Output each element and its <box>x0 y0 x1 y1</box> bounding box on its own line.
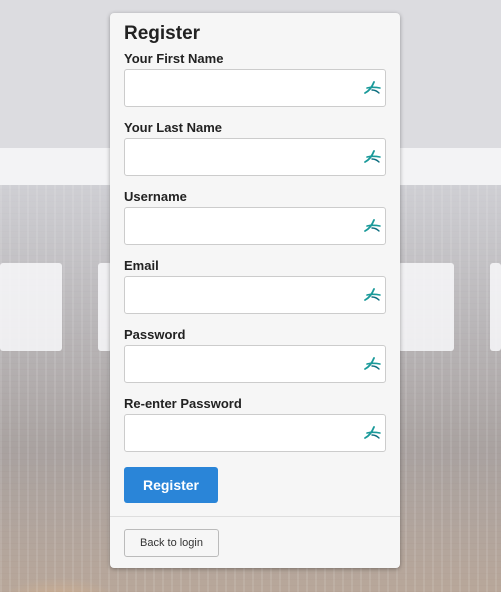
username-input[interactable] <box>125 208 361 242</box>
autofill-icon[interactable] <box>363 357 381 371</box>
first-name-input[interactable] <box>125 70 361 104</box>
email-field: Email <box>124 258 386 314</box>
confirm-password-input-box[interactable] <box>124 414 386 452</box>
password-label: Password <box>124 327 186 342</box>
password-input[interactable] <box>125 346 361 380</box>
email-label: Email <box>124 258 159 273</box>
last-name-input[interactable] <box>125 139 361 173</box>
background-tile <box>0 263 62 351</box>
username-label: Username <box>124 189 187 204</box>
username-field: Username <box>124 189 386 245</box>
last-name-field: Your Last Name <box>124 120 386 176</box>
autofill-icon[interactable] <box>363 288 381 302</box>
autofill-icon[interactable] <box>363 81 381 95</box>
back-to-login-button[interactable]: Back to login <box>124 529 219 557</box>
first-name-label: Your First Name <box>124 51 224 66</box>
last-name-label: Your Last Name <box>124 120 223 135</box>
confirm-password-input[interactable] <box>125 415 361 449</box>
autofill-icon[interactable] <box>363 219 381 233</box>
email-input-box[interactable] <box>124 276 386 314</box>
last-name-input-box[interactable] <box>124 138 386 176</box>
confirm-password-field: Re-enter Password <box>124 396 386 452</box>
register-button[interactable]: Register <box>124 467 218 503</box>
first-name-input-box[interactable] <box>124 69 386 107</box>
background-tile <box>490 263 501 351</box>
autofill-icon[interactable] <box>363 150 381 164</box>
divider <box>110 516 400 517</box>
confirm-password-label: Re-enter Password <box>124 396 242 411</box>
first-name-field: Your First Name <box>124 51 386 107</box>
form-title: Register <box>124 23 201 44</box>
email-input[interactable] <box>125 277 361 311</box>
password-input-box[interactable] <box>124 345 386 383</box>
password-field: Password <box>124 327 386 383</box>
register-card: Register Your First Name Your Last Name … <box>110 13 400 568</box>
background-tile <box>398 263 454 351</box>
username-input-box[interactable] <box>124 207 386 245</box>
autofill-icon[interactable] <box>363 426 381 440</box>
